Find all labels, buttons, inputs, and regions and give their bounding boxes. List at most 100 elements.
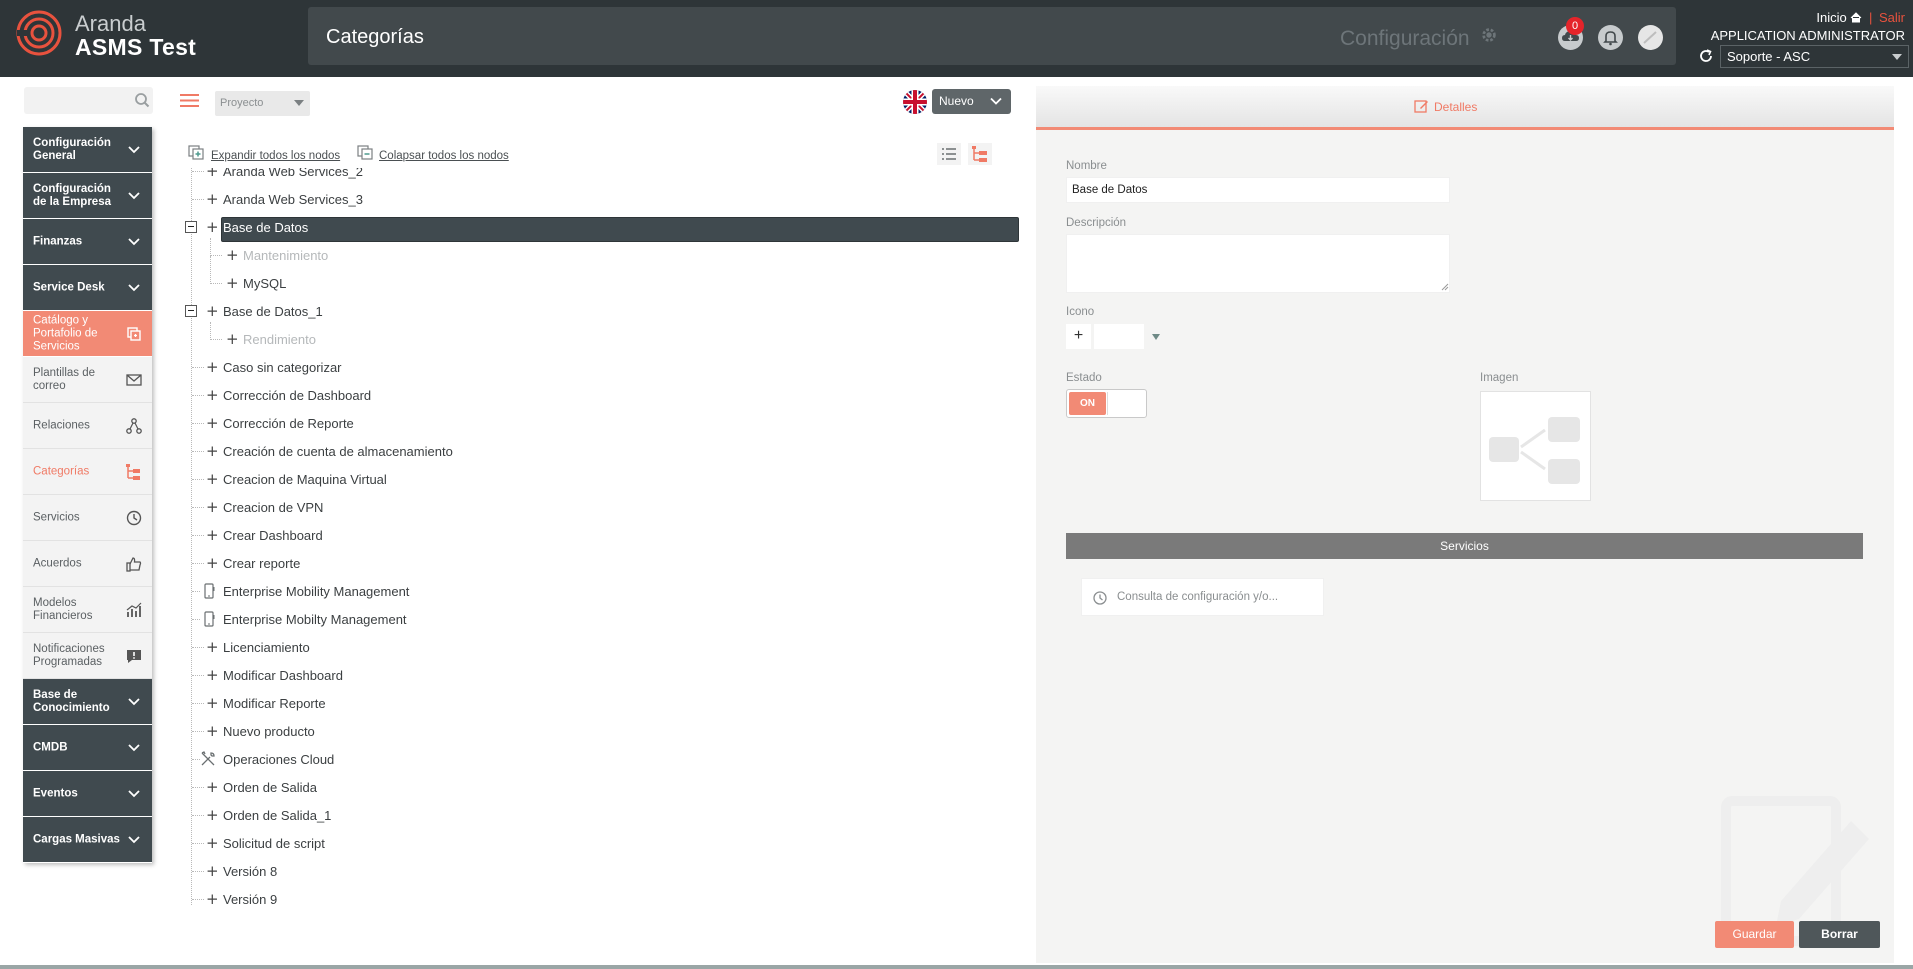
sidebar-item-modelos-financieros[interactable]: Modelos Financieros <box>23 587 152 633</box>
tree-item[interactable]: + Corrección de Dashboard <box>185 382 1021 410</box>
delete-button[interactable]: Borrar <box>1799 921 1880 948</box>
collapse-all-icon[interactable] <box>357 145 373 160</box>
plus-icon[interactable]: + <box>226 248 239 263</box>
plus-icon[interactable]: + <box>206 668 219 683</box>
list-view-button[interactable] <box>937 143 961 165</box>
plus-icon[interactable]: + <box>226 276 239 291</box>
sidebar-item-base-conocimiento[interactable]: Base de Conocimiento <box>23 679 152 725</box>
tree-item[interactable]: + Aranda Web Services_2 <box>185 168 1021 186</box>
plus-icon[interactable]: + <box>206 640 219 655</box>
tree-item[interactable]: + Aranda Web Services_3 <box>185 186 1021 214</box>
sidebar-item-eventos[interactable]: Eventos <box>23 771 152 817</box>
tree-item[interactable]: + Modificar Dashboard <box>185 662 1021 690</box>
plus-icon[interactable]: + <box>206 192 219 207</box>
collapse-node-icon[interactable] <box>185 221 197 233</box>
description-textarea[interactable] <box>1066 234 1450 293</box>
sidebar-item-plantillas[interactable]: Plantillas de correo <box>23 357 152 403</box>
resize-handle-icon[interactable] <box>1441 283 1449 291</box>
expand-all-link[interactable]: Expandir todos los nodos <box>211 150 340 162</box>
sidebar-item-cargas-masivas[interactable]: Cargas Masivas <box>23 817 152 863</box>
tree-item[interactable]: + Base de Datos_1 <box>185 298 1021 326</box>
plus-icon[interactable]: + <box>206 556 219 571</box>
chevron-down-icon[interactable] <box>1152 334 1160 340</box>
type-select[interactable]: Proyecto <box>215 91 310 116</box>
gear-icon[interactable] <box>1480 26 1498 44</box>
plus-icon[interactable]: + <box>206 892 219 907</box>
tree-item-child[interactable]: + Mantenimiento <box>185 238 1021 270</box>
tree-item[interactable]: + Creacion de VPN <box>185 494 1021 522</box>
collapse-node-icon[interactable] <box>185 305 197 317</box>
plus-icon[interactable]: + <box>206 168 219 179</box>
sidebar-item-catalogo[interactable]: Catálogo y Portafolio de Servicios <box>23 311 152 357</box>
home-icon[interactable] <box>1850 12 1862 23</box>
plus-icon[interactable]: + <box>206 444 219 459</box>
plus-icon[interactable]: + <box>206 220 219 235</box>
tree-item[interactable]: Operaciones Cloud <box>185 746 1021 774</box>
tree-item[interactable]: Enterprise Mobilty Management <box>185 606 1021 634</box>
sidebar-item-service-desk[interactable]: Service Desk <box>23 265 152 311</box>
state-toggle[interactable]: ON <box>1066 389 1147 418</box>
tree-item[interactable]: + Crear Dashboard <box>185 522 1021 550</box>
tree-item[interactable]: + Solicitud de script <box>185 830 1021 858</box>
refresh-icon[interactable] <box>1698 48 1714 64</box>
tree-item[interactable]: + Crear reporte <box>185 550 1021 578</box>
sidebar-item-configuracion-empresa[interactable]: Configuración de la Empresa <box>23 173 152 219</box>
save-button[interactable]: Guardar <box>1715 921 1794 948</box>
tree-item[interactable]: + Caso sin categorizar <box>185 354 1021 382</box>
sidebar-item-configuracion-general[interactable]: Configuración General <box>23 127 152 173</box>
plus-icon[interactable]: + <box>206 780 219 795</box>
plus-icon[interactable]: + <box>206 724 219 739</box>
logout-link[interactable]: Salir <box>1879 10 1905 25</box>
sidebar-item-categorias[interactable]: Categorías <box>23 449 152 495</box>
plus-icon[interactable]: + <box>206 472 219 487</box>
plus-icon[interactable]: + <box>206 696 219 711</box>
plus-icon[interactable]: + <box>206 864 219 879</box>
plus-icon[interactable]: + <box>206 808 219 823</box>
tree-view-button[interactable] <box>968 143 992 165</box>
tree-item[interactable]: + Orden de Salida_1 <box>185 802 1021 830</box>
tree-item[interactable]: + Orden de Salida <box>185 774 1021 802</box>
tree-item[interactable]: + Versión 8 <box>185 858 1021 886</box>
tree-item[interactable]: + Nuevo producto <box>185 718 1021 746</box>
sidebar-item-finanzas[interactable]: Finanzas <box>23 219 152 265</box>
tree-item-selected[interactable]: + Base de Datos <box>185 214 1021 242</box>
service-item[interactable]: Consulta de configuración y/o... <box>1081 578 1324 616</box>
sidebar-item-servicios[interactable]: Servicios <box>23 495 152 541</box>
name-input[interactable]: Base de Datos <box>1066 177 1450 203</box>
sidebar-item-notificaciones[interactable]: Notificaciones Programadas <box>23 633 152 679</box>
search-icon[interactable] <box>134 92 150 108</box>
home-link[interactable]: Inicio <box>1816 10 1846 25</box>
add-icon-button[interactable]: + <box>1066 324 1091 349</box>
plus-icon[interactable]: + <box>206 500 219 515</box>
plus-icon[interactable]: + <box>226 332 239 347</box>
tree-item-child[interactable]: + MySQL <box>185 256 1021 298</box>
tree-item-child[interactable]: + Rendimiento <box>185 322 1021 354</box>
plus-icon[interactable]: + <box>206 360 219 375</box>
plus-icon[interactable]: + <box>206 528 219 543</box>
tree-item[interactable]: Enterprise Mobility Management <box>185 578 1021 606</box>
collapse-all-link[interactable]: Colapsar todos los nodos <box>379 150 509 162</box>
configuration-link[interactable]: Configuración <box>1340 27 1470 51</box>
sidebar-item-cmdb[interactable]: CMDB <box>23 725 152 771</box>
avatar[interactable] <box>1638 25 1663 50</box>
tree-item[interactable]: + Modificar Reporte <box>185 690 1021 718</box>
image-upload[interactable] <box>1480 391 1591 501</box>
tree-item[interactable]: + Versión 9 <box>185 886 1021 913</box>
icon-select[interactable] <box>1094 324 1144 349</box>
hamburger-menu-icon[interactable] <box>180 93 199 108</box>
expand-all-icon[interactable] <box>188 145 204 160</box>
project-select[interactable]: Soporte - ASC <box>1720 45 1909 68</box>
plus-icon[interactable]: + <box>206 416 219 431</box>
bell-icon[interactable] <box>1598 25 1623 50</box>
tree-item[interactable]: + Licenciamiento <box>185 634 1021 662</box>
tree-item[interactable]: + Corrección de Reporte <box>185 410 1021 438</box>
tree-item[interactable]: + Creación de cuenta de almacenamiento <box>185 438 1021 466</box>
tab-detalles[interactable]: Detalles <box>1414 100 1477 114</box>
plus-icon[interactable]: + <box>206 836 219 851</box>
sidebar-item-acuerdos[interactable]: Acuerdos <box>23 541 152 587</box>
plus-icon[interactable]: + <box>206 388 219 403</box>
tree-item[interactable]: + Creacion de Maquina Virtual <box>185 466 1021 494</box>
sidebar-item-relaciones[interactable]: Relaciones <box>23 403 152 449</box>
language-flag-icon[interactable] <box>903 90 927 114</box>
plus-icon[interactable]: + <box>206 304 219 319</box>
